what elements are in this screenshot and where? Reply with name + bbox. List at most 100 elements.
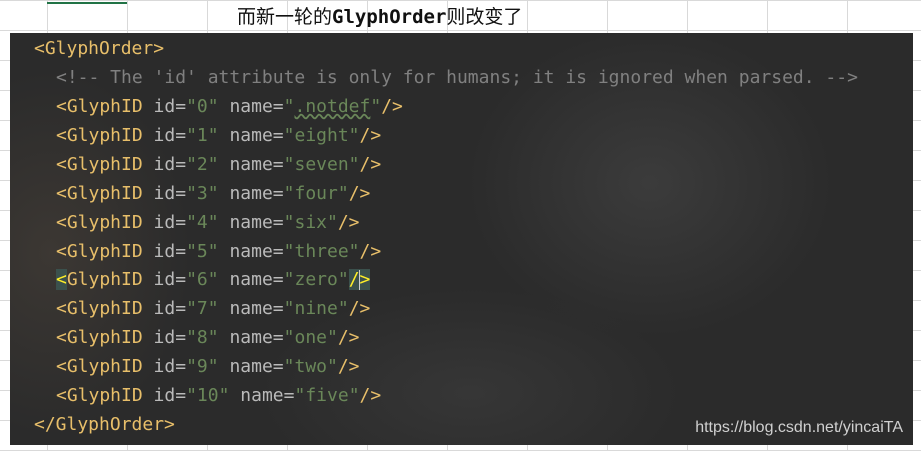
attr-name: name: [229, 153, 273, 175]
id-value: "2": [186, 153, 219, 175]
glyph-line: <GlyphID id="7" name="nine"/>: [56, 294, 370, 323]
equals: =: [175, 182, 187, 204]
attr-id: id: [153, 153, 176, 175]
tag-close: />: [348, 182, 371, 204]
glyph-line: <GlyphID id="8" name="one"/>: [56, 323, 360, 352]
tag-name: <GlyphID: [56, 356, 143, 378]
glyph-line: <GlyphID id="10" name="five"/>: [56, 381, 381, 410]
attr-name: name: [229, 240, 273, 262]
name-value: "four": [283, 182, 349, 204]
glyph-line: <GlyphID id="5" name="three"/>: [56, 237, 381, 266]
name-value: "nine": [283, 298, 349, 320]
id-value: "10": [186, 385, 230, 406]
attr-name: name: [229, 269, 273, 291]
attr-id: id: [153, 240, 176, 262]
equals: =: [272, 356, 284, 378]
tag-name: <GlyphID: [56, 96, 143, 117]
id-value: "1": [186, 124, 219, 146]
name-value: "two": [283, 356, 338, 378]
name-value: "zero": [283, 269, 349, 291]
equals: =: [283, 385, 295, 406]
tag-name: <GlyphID: [56, 327, 143, 349]
id-value: "9": [186, 356, 219, 378]
close-tag-line: </GlyphOrder>: [34, 413, 175, 435]
equals: =: [272, 327, 284, 349]
attr-name: name: [229, 327, 273, 349]
caption-text: 而新一轮的GlyphOrder则改变了: [237, 4, 522, 30]
equals: =: [272, 153, 284, 175]
tag-name: <GlyphID: [56, 124, 143, 146]
attr-id: id: [153, 96, 176, 117]
attr-name: name: [229, 356, 273, 378]
equals: =: [175, 124, 187, 146]
equals: =: [175, 153, 187, 175]
attr-name: name: [229, 124, 273, 146]
attr-id: id: [153, 356, 176, 378]
id-value: "0": [186, 96, 219, 117]
glyph-line: <GlyphID id="6" name="zero"/>: [56, 265, 371, 294]
name-value: "five": [294, 385, 360, 406]
caption-prefix: 而新一轮的: [237, 6, 333, 28]
attr-id: id: [153, 269, 176, 291]
tag-open-bracket: <: [56, 269, 67, 291]
tag-name: <GlyphID: [56, 211, 143, 233]
attr-id: id: [153, 124, 176, 146]
attr-name: name: [229, 211, 273, 233]
equals: =: [272, 182, 284, 204]
tag-close-bracket: >: [359, 269, 371, 291]
caption-suffix: 则改变了: [446, 6, 523, 28]
name-value: ".notdef": [283, 96, 382, 117]
equals: =: [175, 327, 187, 349]
id-value: "6": [186, 269, 219, 291]
open-tag-line: <GlyphOrder>: [34, 38, 165, 59]
tag-close: />: [337, 211, 360, 233]
tag-close: />: [337, 327, 360, 349]
tag-name: <GlyphID: [56, 298, 143, 320]
attr-name: name: [229, 182, 273, 204]
glyph-line: <GlyphID id="0" name=".notdef"/>: [56, 92, 403, 121]
caption-code: GlyphOrder: [332, 6, 447, 28]
comment-line: <!-- The 'id' attribute is only for huma…: [56, 67, 858, 88]
tag-close: />: [337, 356, 360, 378]
glyph-line: <GlyphID id="9" name="two"/>: [56, 352, 360, 381]
attr-id: id: [153, 211, 176, 233]
tag-name: <GlyphID: [56, 240, 143, 262]
name-value: "eight": [283, 124, 360, 146]
tag-name: <GlyphID: [56, 153, 143, 175]
tag-close: />: [348, 298, 371, 320]
glyph-line: <GlyphID id="3" name="four"/>: [56, 179, 370, 208]
equals: =: [272, 96, 284, 117]
name-value: "one": [283, 327, 338, 349]
tag-close: />: [359, 124, 382, 146]
tag-close: />: [359, 385, 382, 406]
equals: =: [272, 124, 284, 146]
attr-id: id: [153, 182, 176, 204]
watermark-text: https://blog.csdn.net/yincaiTA: [695, 419, 903, 436]
selected-cell-marker: [47, 0, 127, 4]
tag-name: <GlyphID: [56, 385, 143, 406]
id-value: "8": [186, 327, 219, 349]
equals: =: [175, 298, 187, 320]
attr-id: id: [153, 385, 176, 406]
equals: =: [272, 211, 284, 233]
equals: =: [272, 240, 284, 262]
equals: =: [272, 298, 284, 320]
name-value: "three": [283, 240, 360, 262]
tag-name: <GlyphID: [56, 182, 143, 204]
attr-name: name: [229, 298, 273, 320]
code-editor[interactable]: <GlyphOrder> <!-- The 'id' attribute is …: [10, 33, 913, 445]
equals: =: [175, 356, 187, 378]
tag-close: />: [359, 153, 382, 175]
id-value: "5": [186, 240, 219, 262]
attr-name: name: [229, 96, 273, 117]
equals: =: [175, 211, 187, 233]
glyph-line: <GlyphID id="4" name="six"/>: [56, 208, 360, 237]
equals: =: [175, 385, 187, 406]
tag-close: />: [381, 96, 403, 117]
id-value: "4": [186, 211, 219, 233]
attr-id: id: [153, 298, 176, 320]
glyph-line: <GlyphID id="2" name="seven"/>: [56, 150, 381, 179]
glyph-line: <GlyphID id="1" name="eight"/>: [56, 121, 381, 150]
attr-name: name: [240, 385, 284, 406]
id-value: "3": [186, 182, 219, 204]
